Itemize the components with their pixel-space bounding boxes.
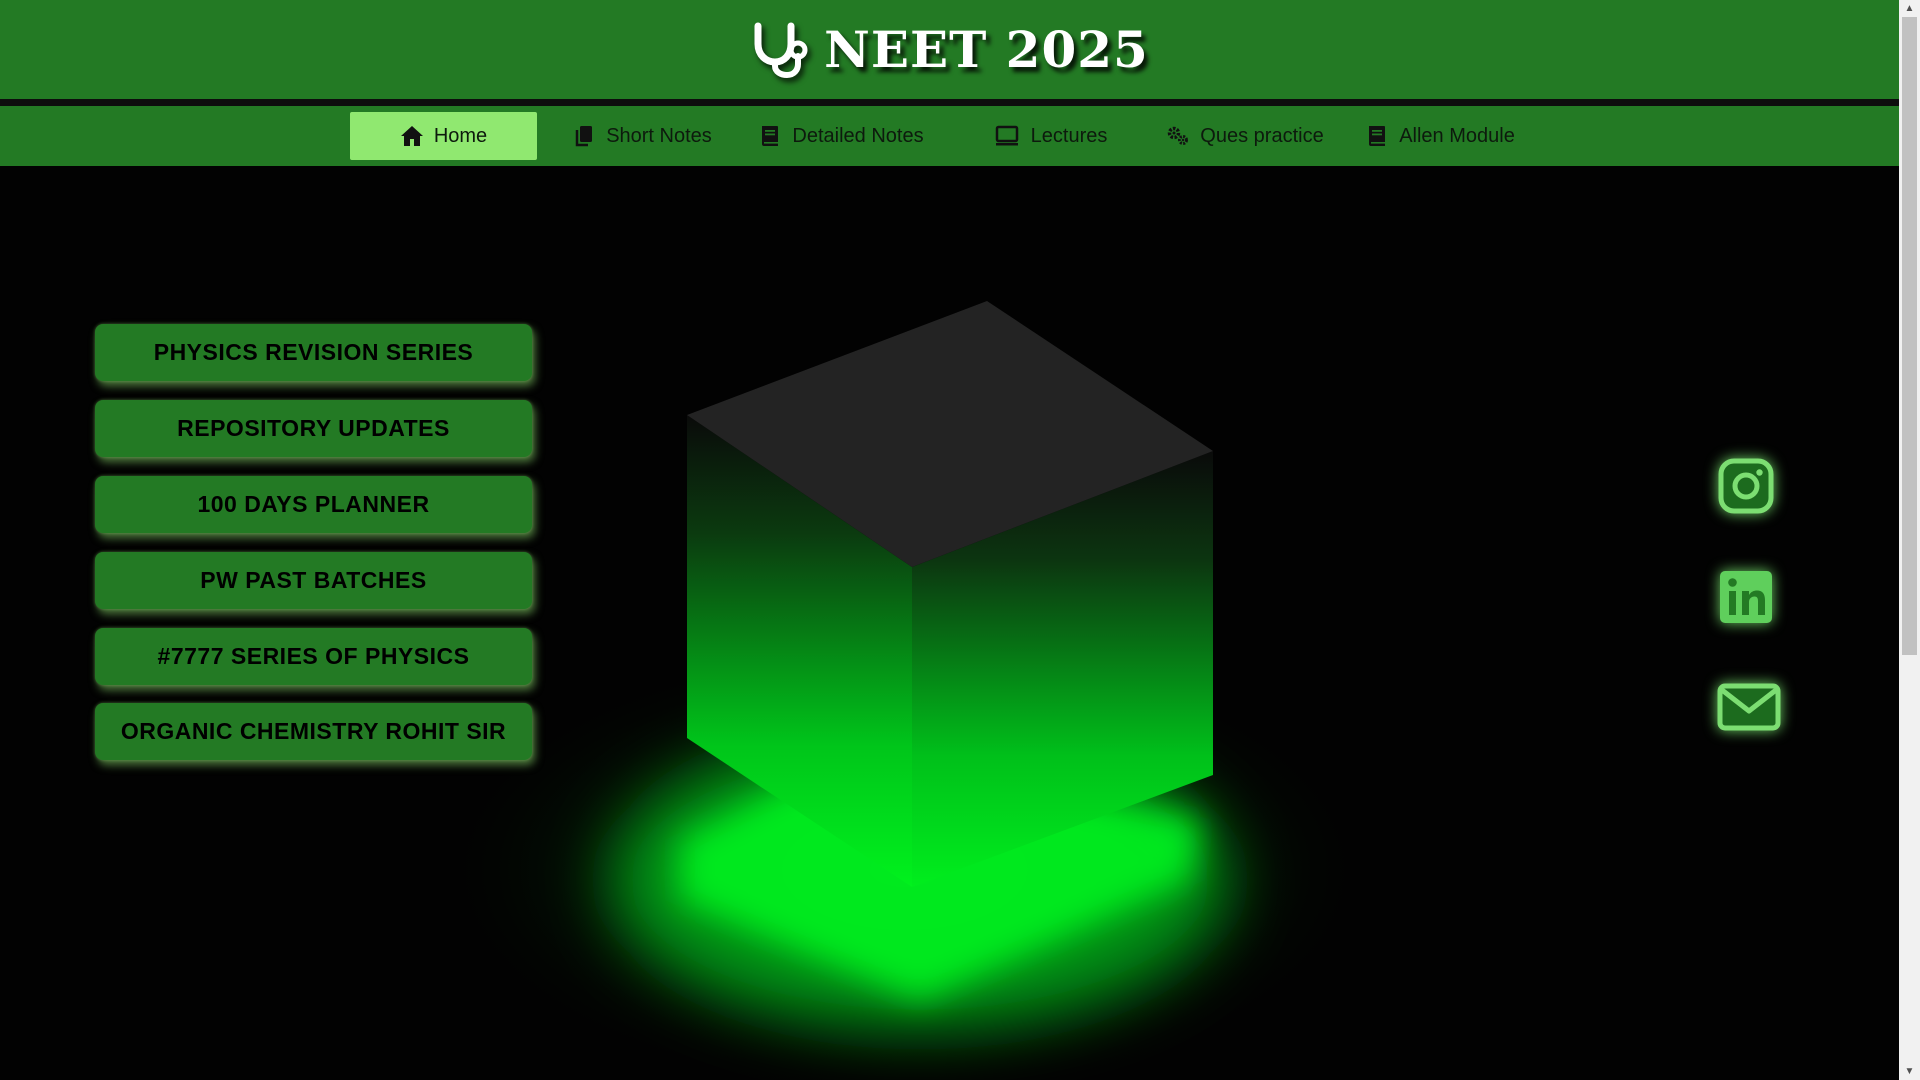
nav-item-home[interactable]: Home xyxy=(350,112,537,160)
page: NEET 2025 Home Short Notes Detailed Note… xyxy=(0,0,1899,1080)
book-icon xyxy=(1369,126,1386,146)
pw-past-batches-button[interactable]: PW PAST BATCHES xyxy=(95,552,532,609)
nav-item-short-notes[interactable]: Short Notes xyxy=(562,112,722,160)
button-label: ORGANIC CHEMISTRY ROHIT SIR xyxy=(120,718,507,744)
organic-chemistry-rohit-sir-button[interactable]: ORGANIC CHEMISTRY ROHIT SIR xyxy=(95,703,532,760)
series-of-physics-button[interactable]: #7777 SERIES OF PHYSICS xyxy=(95,628,532,685)
home-icon xyxy=(400,126,423,146)
gears-icon xyxy=(1168,126,1189,145)
button-label: PW PAST BATCHES xyxy=(200,567,427,593)
scrollbar-thumb[interactable] xyxy=(1902,17,1917,655)
nav-item-lectures[interactable]: Lectures xyxy=(975,112,1125,160)
scroll-down-arrow-icon[interactable]: ▼ xyxy=(1899,1063,1920,1080)
brand[interactable]: NEET 2025 xyxy=(0,0,1899,99)
book-icon xyxy=(762,126,779,146)
nav-item-label: Ques practice xyxy=(1200,124,1324,147)
nav-item-allen-module[interactable]: Allen Module xyxy=(1360,112,1520,160)
monitor-icon xyxy=(995,125,1018,146)
nav-item-detailed-notes[interactable]: Detailed Notes xyxy=(752,112,930,160)
button-label: 100 DAYS PLANNER xyxy=(197,491,430,517)
copy-icon xyxy=(575,126,593,147)
nav-item-label: Detailed Notes xyxy=(792,124,924,147)
instagram-icon[interactable] xyxy=(1718,458,1774,514)
nav-item-ques-practice[interactable]: Ques practice xyxy=(1160,112,1330,160)
button-label: PHYSICS REVISION SERIES xyxy=(153,339,474,365)
glowing-cube-graphic xyxy=(380,260,1480,1080)
button-label: #7777 SERIES OF PHYSICS xyxy=(157,643,470,669)
linkedin-icon[interactable] xyxy=(1718,569,1774,625)
scroll-up-arrow-icon[interactable]: ▲ xyxy=(1899,0,1920,17)
nav-item-label: Home xyxy=(433,124,488,147)
nav-item-label: Short Notes xyxy=(606,124,712,147)
main-nav: Home Short Notes Detailed Notes Lectures… xyxy=(0,106,1899,166)
vertical-scrollbar[interactable]: ▲ ▼ xyxy=(1899,0,1920,1080)
stethoscope-icon xyxy=(754,22,808,78)
physics-revision-series-button[interactable]: PHYSICS REVISION SERIES xyxy=(95,324,532,381)
site-title: NEET 2025 xyxy=(824,20,1149,79)
100-days-planner-button[interactable]: 100 DAYS PLANNER xyxy=(95,476,532,533)
nav-item-label: Lectures xyxy=(1030,124,1108,147)
repository-updates-button[interactable]: REPOSITORY UPDATES xyxy=(95,400,532,457)
cube-svg xyxy=(435,301,1375,1080)
header-divider xyxy=(0,99,1899,106)
nav-item-label: Allen Module xyxy=(1399,124,1515,147)
button-label: REPOSITORY UPDATES xyxy=(177,415,450,441)
mail-icon[interactable] xyxy=(1717,683,1781,731)
